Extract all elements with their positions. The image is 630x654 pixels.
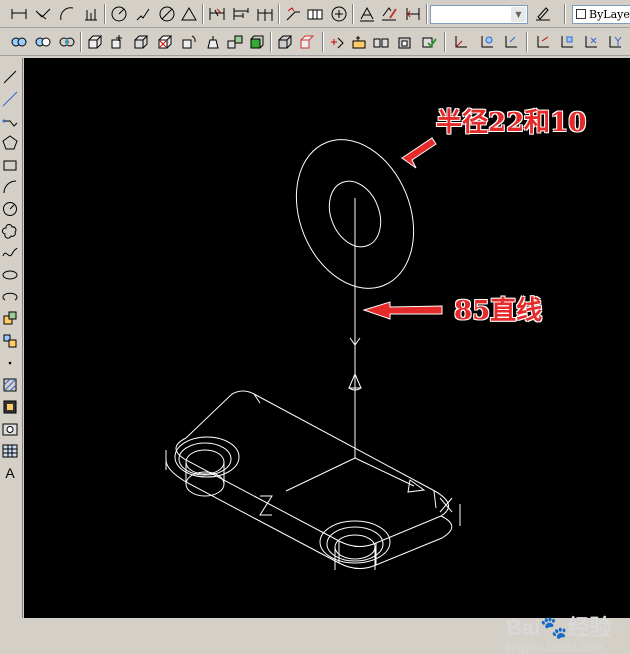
gradient-icon[interactable]	[1, 398, 19, 416]
ucs-face-icon[interactable]	[534, 33, 552, 51]
offset-faces-icon[interactable]	[132, 33, 150, 51]
solids-toolbar	[0, 30, 630, 56]
shell-icon[interactable]	[396, 33, 414, 51]
x-axis-line	[354, 457, 415, 487]
multiline-text-button[interactable]: A	[1, 464, 19, 482]
chevron-down-icon[interactable]: ▼	[511, 7, 526, 22]
dimension-edit-icon[interactable]	[358, 5, 376, 23]
region-icon[interactable]	[1, 420, 19, 438]
clean-icon[interactable]	[350, 33, 368, 51]
dimension-toolbar: ▼ ByLayer	[0, 2, 630, 28]
polygon-icon[interactable]	[1, 134, 19, 152]
revision-cloud-icon[interactable]	[1, 222, 19, 240]
imprint-icon[interactable]	[328, 33, 346, 51]
construction-line-icon[interactable]	[1, 90, 19, 108]
copy-faces-icon[interactable]	[226, 33, 244, 51]
paw-icon: 🐾	[540, 615, 568, 640]
ordinate-dimension-icon[interactable]	[82, 5, 100, 23]
arc-icon[interactable]	[1, 178, 19, 196]
arc-length-icon[interactable]	[58, 5, 76, 23]
lineweight-select[interactable]: ByLayer	[572, 5, 630, 24]
arrow-to-line-icon	[362, 301, 443, 320]
watermark-logo-text: Bai	[506, 615, 541, 640]
z-axis-line	[285, 457, 356, 492]
union-icon[interactable]	[10, 33, 28, 51]
subtract-icon[interactable]	[34, 33, 52, 51]
ucs-x-rotate-icon[interactable]	[582, 33, 600, 51]
point-icon[interactable]	[1, 354, 19, 372]
model-drawing	[165, 137, 461, 570]
linear-dimension-icon[interactable]	[10, 5, 28, 23]
hatch-icon[interactable]	[1, 376, 19, 394]
taper-faces-icon[interactable]	[204, 33, 222, 51]
spline-icon[interactable]	[1, 244, 19, 262]
ucs-y-rotate-icon[interactable]	[606, 33, 624, 51]
check-icon[interactable]	[420, 33, 438, 51]
quick-dimension-icon[interactable]	[208, 5, 226, 23]
aligned-dimension-icon[interactable]	[34, 5, 52, 23]
extrude-faces-icon[interactable]	[86, 33, 104, 51]
make-block-icon[interactable]	[1, 332, 19, 350]
tolerance-icon[interactable]	[306, 5, 324, 23]
color-swatch-icon	[576, 9, 586, 19]
watermark-logo-suffix: 经验	[567, 615, 612, 640]
color-faces-icon[interactable]	[248, 33, 266, 51]
line-icon[interactable]	[1, 68, 19, 86]
quick-leader-icon[interactable]	[284, 5, 302, 23]
ellipse-icon[interactable]	[1, 266, 19, 284]
plate-bottom-face	[165, 459, 453, 569]
dimension-style-select[interactable]: ▼	[430, 5, 528, 24]
insert-block-icon[interactable]	[1, 310, 19, 328]
diameter-dimension-icon[interactable]	[158, 5, 176, 23]
ucs-icon[interactable]	[452, 33, 470, 51]
annotation-line-length: 85直线	[454, 296, 543, 326]
ucs-world-icon[interactable]	[478, 33, 496, 51]
baseline-dimension-icon[interactable]	[232, 5, 250, 23]
plate-top-face	[175, 390, 449, 547]
circle-icon[interactable]	[1, 200, 19, 218]
z-axis-glyph	[259, 495, 273, 516]
intersect-icon[interactable]	[58, 33, 76, 51]
arrow-to-circle-icon	[401, 137, 437, 169]
annotation-radius: 半径22和10	[436, 108, 587, 138]
jogged-dimension-icon[interactable]	[134, 5, 152, 23]
angular-dimension-icon[interactable]	[180, 5, 198, 23]
copy-edges-icon[interactable]	[276, 33, 294, 51]
dimension-update-icon[interactable]	[404, 5, 422, 23]
delete-faces-icon[interactable]	[156, 33, 174, 51]
table-icon[interactable]	[1, 442, 19, 460]
ucs-3point-icon[interactable]	[558, 33, 576, 51]
lineweight-label: ByLayer	[589, 8, 630, 21]
separate-icon[interactable]	[372, 33, 390, 51]
x-axis-cone	[407, 479, 426, 493]
ucs-object-icon[interactable]	[502, 33, 520, 51]
dimension-text-edit-icon[interactable]	[380, 5, 398, 23]
rotate-faces-icon[interactable]	[180, 33, 198, 51]
right-hole-inner	[334, 534, 376, 560]
watermark-url: jingyan.baidu.com	[506, 640, 603, 654]
rectangle-icon[interactable]	[1, 156, 19, 174]
drawing-canvas[interactable]: 半径22和10 85直线 Bai🐾经验 jingyan.baidu.com	[24, 58, 630, 654]
radius-dimension-icon[interactable]	[110, 5, 128, 23]
polyline-icon[interactable]	[1, 112, 19, 130]
color-edges-icon[interactable]	[298, 33, 316, 51]
draw-toolbar: A	[0, 58, 23, 618]
watermark-logo: Bai🐾经验	[506, 610, 612, 642]
continue-dimension-icon[interactable]	[256, 5, 274, 23]
center-mark-icon[interactable]	[330, 5, 348, 23]
watermark: Bai🐾经验 jingyan.baidu.com	[506, 610, 612, 654]
dimension-style-icon[interactable]	[534, 5, 552, 23]
move-faces-icon[interactable]	[108, 33, 126, 51]
ellipse-arc-icon[interactable]	[1, 288, 19, 306]
